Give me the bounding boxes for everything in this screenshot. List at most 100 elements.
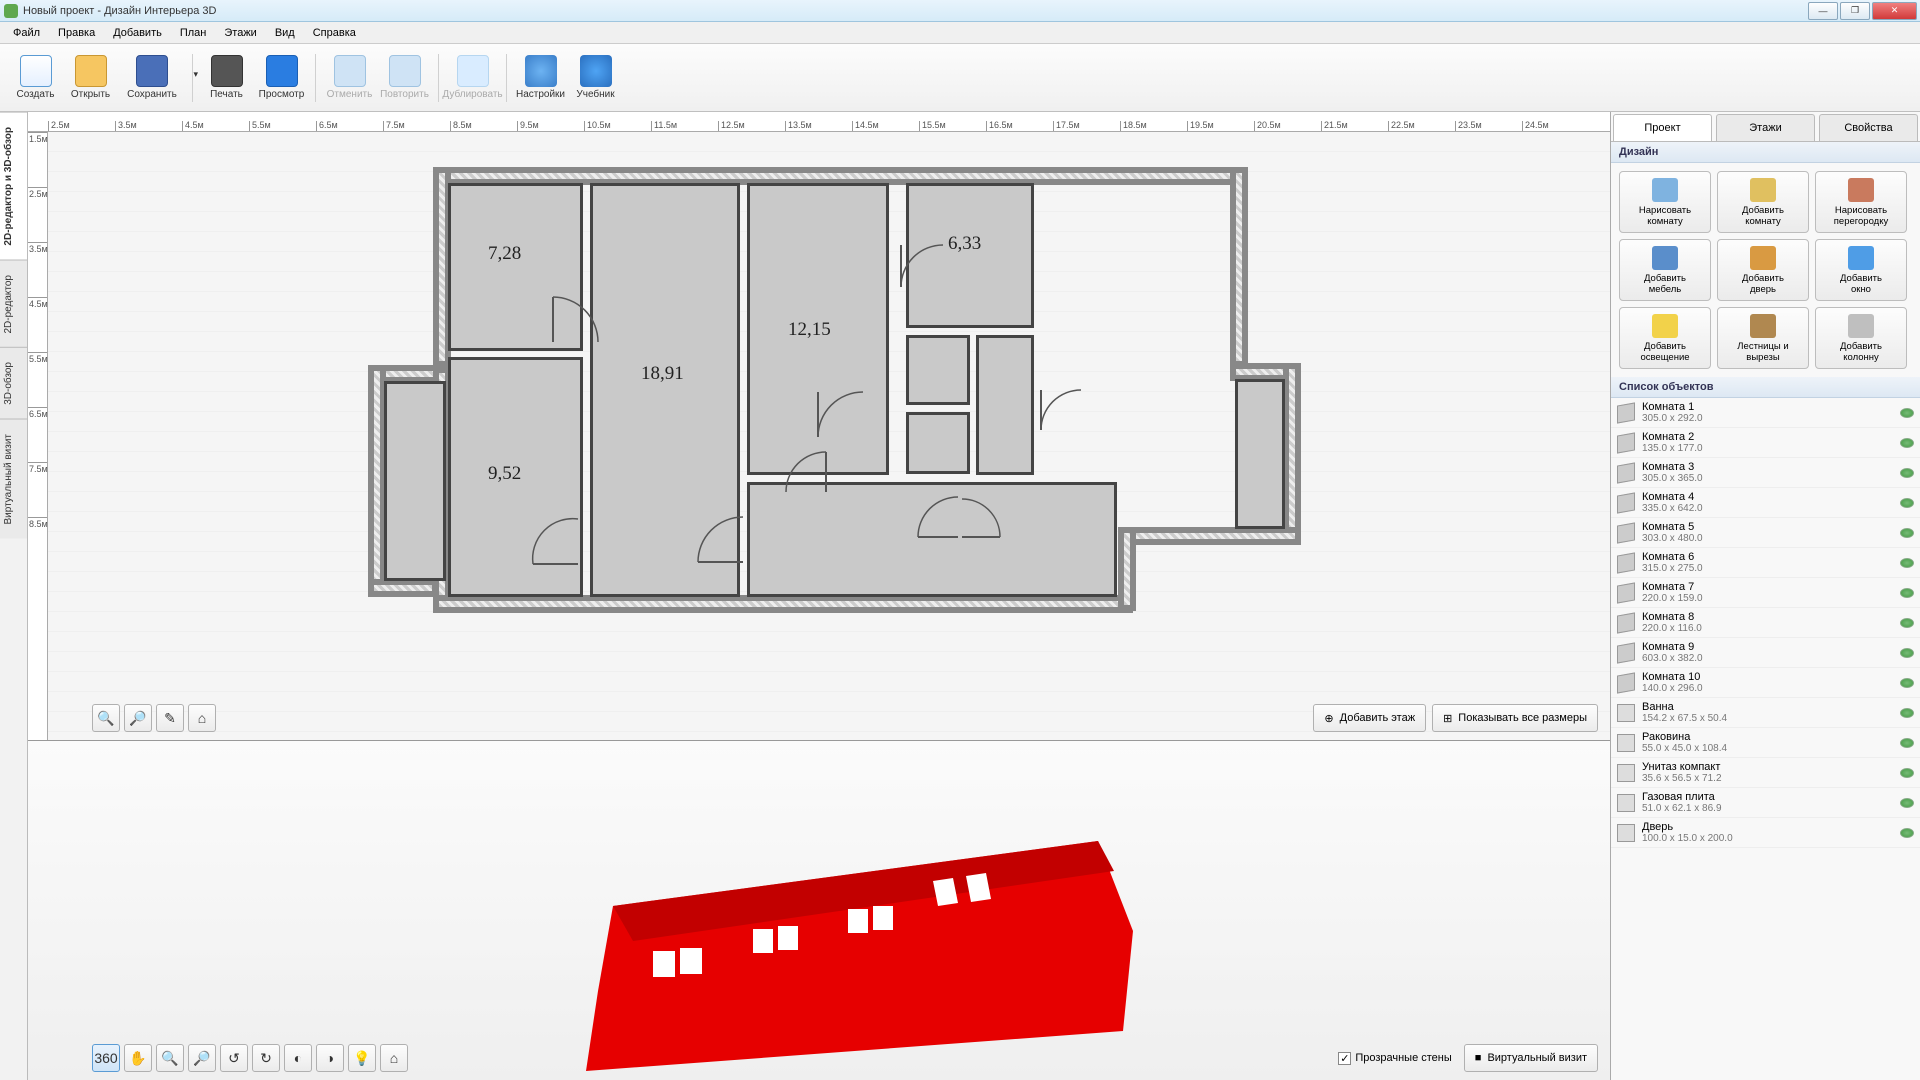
balcony-left[interactable] bbox=[384, 381, 446, 581]
design-btn-4[interactable]: Добавитьдверь bbox=[1717, 239, 1809, 301]
right-tab-2[interactable]: Свойства bbox=[1819, 114, 1918, 141]
room-small-1[interactable] bbox=[906, 335, 970, 405]
menu-Правка[interactable]: Правка bbox=[49, 27, 104, 39]
room-1[interactable] bbox=[448, 183, 583, 351]
room-small-3[interactable] bbox=[976, 335, 1034, 475]
visibility-icon[interactable] bbox=[1900, 648, 1914, 658]
side-tab-3[interactable]: Виртуальный визит bbox=[0, 419, 27, 539]
visibility-icon[interactable] bbox=[1900, 408, 1914, 418]
toolbar-print-button[interactable]: Печать bbox=[199, 49, 254, 107]
visibility-icon[interactable] bbox=[1900, 828, 1914, 838]
tilt-up-icon[interactable]: ◐ bbox=[284, 1044, 312, 1072]
design-btn-8[interactable]: Добавитьколонну bbox=[1815, 307, 1907, 369]
add-floor-button[interactable]: ⊕Добавить этаж bbox=[1313, 704, 1426, 732]
visibility-icon[interactable] bbox=[1900, 558, 1914, 568]
object-row[interactable]: Комната 3305.0 x 365.0 bbox=[1611, 458, 1920, 488]
object-list[interactable]: Комната 1305.0 x 292.0Комната 2135.0 x 1… bbox=[1611, 398, 1920, 1080]
visibility-icon[interactable] bbox=[1900, 798, 1914, 808]
balcony-right[interactable] bbox=[1235, 379, 1285, 529]
right-tab-1[interactable]: Этажи bbox=[1716, 114, 1815, 141]
menu-Вид[interactable]: Вид bbox=[266, 27, 304, 39]
toolbar-open-button[interactable]: Открыть bbox=[63, 49, 118, 107]
visibility-icon[interactable] bbox=[1900, 438, 1914, 448]
orbit-left-icon[interactable]: ↺ bbox=[220, 1044, 248, 1072]
visibility-icon[interactable] bbox=[1900, 528, 1914, 538]
object-row[interactable]: Комната 9603.0 x 382.0 bbox=[1611, 638, 1920, 668]
object-row[interactable]: Комната 2135.0 x 177.0 bbox=[1611, 428, 1920, 458]
side-tab-1[interactable]: 2D-редактор bbox=[0, 260, 27, 348]
object-row[interactable]: Комната 1305.0 x 292.0 bbox=[1611, 398, 1920, 428]
corridor[interactable] bbox=[747, 482, 1117, 597]
object-row[interactable]: Комната 8220.0 x 116.0 bbox=[1611, 608, 1920, 638]
object-row[interactable]: Унитаз компакт35.6 x 56.5 x 71.2 bbox=[1611, 758, 1920, 788]
main-toolbar: СоздатьОткрытьСохранить▾ПечатьПросмотрОт… bbox=[0, 44, 1920, 112]
object-row[interactable]: Комната 7220.0 x 159.0 bbox=[1611, 578, 1920, 608]
toolbar-new-button[interactable]: Создать bbox=[8, 49, 63, 107]
object-row[interactable]: Комната 4335.0 x 642.0 bbox=[1611, 488, 1920, 518]
design-btn-3[interactable]: Добавитьмебель bbox=[1619, 239, 1711, 301]
section-objects: Список объектов bbox=[1611, 377, 1920, 398]
side-tab-2[interactable]: 3D-обзор bbox=[0, 347, 27, 419]
visibility-icon[interactable] bbox=[1900, 768, 1914, 778]
design-btn-6[interactable]: Добавитьосвещение bbox=[1619, 307, 1711, 369]
visibility-icon[interactable] bbox=[1900, 588, 1914, 598]
show-dimensions-button[interactable]: ⊞Показывать все размеры bbox=[1432, 704, 1598, 732]
menu-Этажи[interactable]: Этажи bbox=[215, 27, 265, 39]
design-btn-0[interactable]: Нарисоватькомнату bbox=[1619, 171, 1711, 233]
home-icon[interactable]: ⌂ bbox=[188, 704, 216, 732]
design-btn-7[interactable]: Лестницы ивырезы bbox=[1717, 307, 1809, 369]
object-row[interactable]: Комната 5303.0 x 480.0 bbox=[1611, 518, 1920, 548]
toolbar-save-button[interactable]: Сохранить▾ bbox=[118, 49, 186, 107]
visibility-icon[interactable] bbox=[1900, 678, 1914, 688]
close-button[interactable]: ✕ bbox=[1872, 2, 1917, 20]
object-row[interactable]: Комната 10140.0 x 296.0 bbox=[1611, 668, 1920, 698]
zoom-out-3d-icon[interactable]: 🔍 bbox=[156, 1044, 184, 1072]
right-tab-0[interactable]: Проект bbox=[1613, 114, 1712, 141]
home-3d-icon[interactable]: ⌂ bbox=[380, 1044, 408, 1072]
minimize-button[interactable]: — bbox=[1808, 2, 1838, 20]
light-icon[interactable]: 💡 bbox=[348, 1044, 376, 1072]
toolbar-tutorial-button[interactable]: Учебник bbox=[568, 49, 623, 107]
zoom-in-3d-icon[interactable]: 🔎 bbox=[188, 1044, 216, 1072]
design-btn-5[interactable]: Добавитьокно bbox=[1815, 239, 1907, 301]
room-2[interactable] bbox=[590, 183, 740, 597]
room-small-2[interactable] bbox=[906, 412, 970, 474]
orbit-right-icon[interactable]: ↻ bbox=[252, 1044, 280, 1072]
menu-План[interactable]: План bbox=[171, 27, 216, 39]
visibility-icon[interactable] bbox=[1900, 468, 1914, 478]
transparent-walls-checkbox[interactable]: ✓Прозрачные стены bbox=[1338, 1052, 1451, 1065]
zoom-in-icon[interactable]: 🔎 bbox=[124, 704, 152, 732]
object-row[interactable]: Раковина55.0 x 45.0 x 108.4 bbox=[1611, 728, 1920, 758]
object-row[interactable]: Дверь100.0 x 15.0 x 200.0 bbox=[1611, 818, 1920, 848]
rotate-360-icon[interactable]: 360 bbox=[92, 1044, 120, 1072]
chevron-down-icon[interactable]: ▾ bbox=[193, 69, 198, 80]
visibility-icon[interactable] bbox=[1900, 708, 1914, 718]
design-btn-1[interactable]: Добавитькомнату bbox=[1717, 171, 1809, 233]
visibility-icon[interactable] bbox=[1900, 738, 1914, 748]
zoom-out-icon[interactable]: 🔍 bbox=[92, 704, 120, 732]
room-icon bbox=[1617, 402, 1635, 423]
pan-icon[interactable]: ✋ bbox=[124, 1044, 152, 1072]
plan-2d-viewport[interactable]: 1.5м2.5м3.5м4.5м5.5м6.5м7.5м8.5м bbox=[28, 132, 1610, 740]
menu-Файл[interactable]: Файл bbox=[4, 27, 49, 39]
toolbar-preview-button[interactable]: Просмотр bbox=[254, 49, 309, 107]
tilt-down-icon[interactable]: ◑ bbox=[316, 1044, 344, 1072]
visibility-icon[interactable] bbox=[1900, 618, 1914, 628]
plan-toolbar-right: ⊕Добавить этаж ⊞Показывать все размеры bbox=[1313, 704, 1598, 732]
room-label: 7,28 bbox=[488, 243, 521, 265]
side-tab-0[interactable]: 2D-редактор и 3D-обзор bbox=[0, 112, 27, 260]
pencil-icon[interactable]: ✎ bbox=[156, 704, 184, 732]
design-btn-2[interactable]: Нарисоватьперегородку bbox=[1815, 171, 1907, 233]
toolbar-settings-button[interactable]: Настройки bbox=[513, 49, 568, 107]
room-4[interactable] bbox=[906, 183, 1034, 328]
object-row[interactable]: Ванна154.2 x 67.5 x 50.4 bbox=[1611, 698, 1920, 728]
object-row[interactable]: Газовая плита51.0 x 62.1 x 86.9 bbox=[1611, 788, 1920, 818]
save-icon bbox=[136, 55, 168, 87]
view-3d-viewport[interactable]: 360 ✋ 🔍 🔎 ↺ ↻ ◐ ◑ 💡 ⌂ ✓Прозрачные стены … bbox=[28, 740, 1610, 1080]
visibility-icon[interactable] bbox=[1900, 498, 1914, 508]
virtual-visit-button[interactable]: ■Виртуальный визит bbox=[1464, 1044, 1598, 1072]
menu-Добавить[interactable]: Добавить bbox=[104, 27, 171, 39]
maximize-button[interactable]: ❐ bbox=[1840, 2, 1870, 20]
object-row[interactable]: Комната 6315.0 x 275.0 bbox=[1611, 548, 1920, 578]
menu-Справка[interactable]: Справка bbox=[304, 27, 365, 39]
